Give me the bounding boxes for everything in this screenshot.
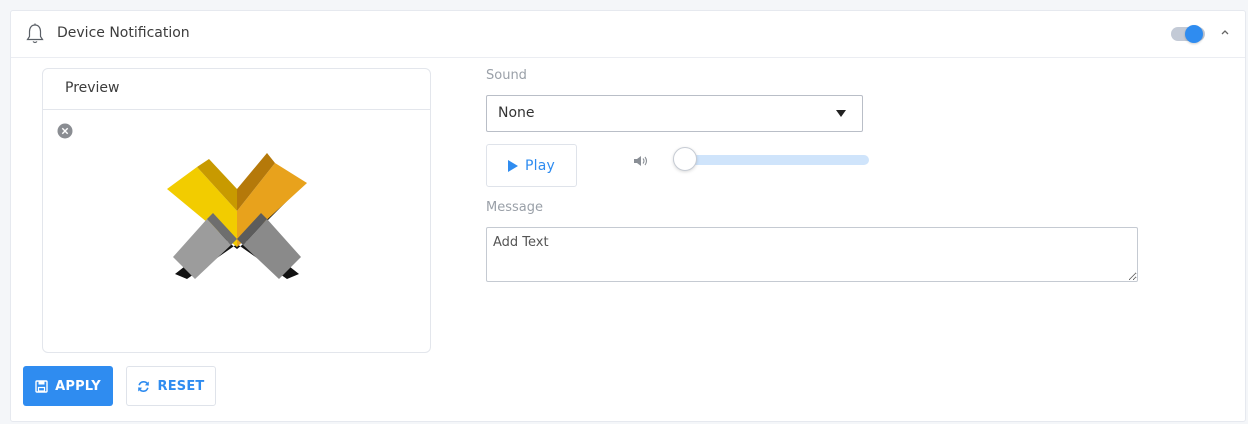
message-textarea[interactable] — [486, 227, 1138, 282]
play-label: Play — [525, 157, 555, 174]
preview-header: Preview — [43, 69, 430, 110]
volume-slider[interactable] — [673, 147, 869, 171]
x-logo-icon — [167, 153, 307, 279]
volume-slider-handle[interactable] — [673, 147, 697, 171]
bell-icon — [26, 23, 44, 44]
chevron-up-icon[interactable] — [1218, 25, 1232, 39]
reset-label: RESET — [157, 378, 205, 394]
save-icon — [35, 379, 48, 393]
preview-title: Preview — [65, 80, 120, 96]
close-circle-icon[interactable] — [57, 123, 73, 139]
caret-down-icon — [836, 110, 846, 117]
toggle-knob — [1185, 25, 1203, 43]
card-title: Device Notification — [57, 25, 190, 41]
volume-icon — [634, 156, 648, 166]
device-notification-card: Device Notification Preview APPLY RESET … — [10, 10, 1246, 422]
reset-button[interactable]: RESET — [126, 366, 216, 406]
play-button[interactable]: Play — [486, 144, 577, 187]
message-label: Message — [486, 200, 543, 215]
play-icon — [508, 159, 518, 172]
preview-panel: Preview — [42, 68, 431, 353]
card-header: Device Notification — [11, 11, 1245, 58]
sound-select-value: None — [498, 105, 535, 121]
apply-button[interactable]: APPLY — [23, 366, 113, 406]
apply-label: APPLY — [55, 378, 101, 394]
refresh-icon — [138, 380, 150, 392]
sound-select[interactable]: None — [486, 95, 863, 132]
sound-label: Sound — [486, 68, 527, 83]
notification-toggle[interactable] — [1171, 25, 1205, 43]
